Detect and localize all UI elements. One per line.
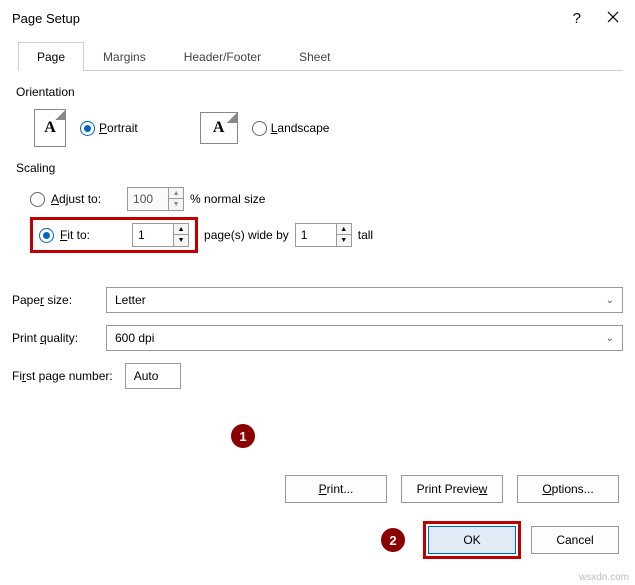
print-quality-label: Print quality: <box>12 331 102 345</box>
adjust-to-spinbox[interactable]: ▲▼ <box>127 187 184 211</box>
dialog-title: Page Setup <box>12 11 573 26</box>
adjust-to-label: Adjust to: <box>51 192 101 206</box>
fit-to-highlight: Fit to: ▲▼ <box>30 217 198 253</box>
paper-size-label: Paper size: <box>12 293 102 307</box>
print-button[interactable]: Print... <box>285 475 387 503</box>
tab-margins[interactable]: Margins <box>84 42 165 71</box>
close-button[interactable] <box>601 8 625 28</box>
orientation-label: Orientation <box>16 85 619 99</box>
paper-size-select[interactable]: Letter ⌄ <box>106 287 623 313</box>
scaling-label: Scaling <box>16 161 619 175</box>
callout-2: 2 <box>381 528 405 552</box>
watermark: wsxdn.com <box>579 572 629 583</box>
landscape-radio-label: Landscape <box>271 121 330 135</box>
normal-size-label: % normal size <box>190 192 265 206</box>
first-page-label: First page number: <box>12 369 113 383</box>
tab-sheet[interactable]: Sheet <box>280 42 349 71</box>
callout-1: 1 <box>231 424 255 448</box>
options-button[interactable]: Options... <box>517 475 619 503</box>
tab-page[interactable]: Page <box>18 42 84 71</box>
portrait-radio-label: Portrait <box>99 121 138 135</box>
ok-button[interactable]: OK <box>428 526 516 554</box>
fit-to-radio[interactable] <box>39 228 54 243</box>
chevron-down-icon: ⌄ <box>606 295 614 306</box>
help-button[interactable]: ? <box>573 10 581 27</box>
ok-highlight: OK <box>423 521 521 559</box>
tab-header-footer[interactable]: Header/Footer <box>165 42 280 71</box>
fit-wide-spinbox[interactable]: ▲▼ <box>132 223 189 247</box>
portrait-icon: A <box>34 109 66 147</box>
print-preview-button[interactable]: Print Preview <box>401 475 503 503</box>
portrait-radio[interactable] <box>80 121 95 136</box>
landscape-icon: A <box>200 112 238 144</box>
fit-to-label: Fit to: <box>60 228 90 242</box>
tab-strip: Page Margins Header/Footer Sheet <box>18 42 623 71</box>
chevron-down-icon: ⌄ <box>606 333 614 344</box>
adjust-to-radio[interactable] <box>30 192 45 207</box>
print-quality-select[interactable]: 600 dpi ⌄ <box>106 325 623 351</box>
landscape-radio[interactable] <box>252 121 267 136</box>
first-page-input[interactable]: Auto <box>125 363 181 389</box>
fit-tall-spinbox[interactable]: ▲▼ <box>295 223 352 247</box>
pages-wide-by-label: page(s) wide by <box>204 228 289 242</box>
cancel-button[interactable]: Cancel <box>531 526 619 554</box>
tall-label: tall <box>358 228 373 242</box>
